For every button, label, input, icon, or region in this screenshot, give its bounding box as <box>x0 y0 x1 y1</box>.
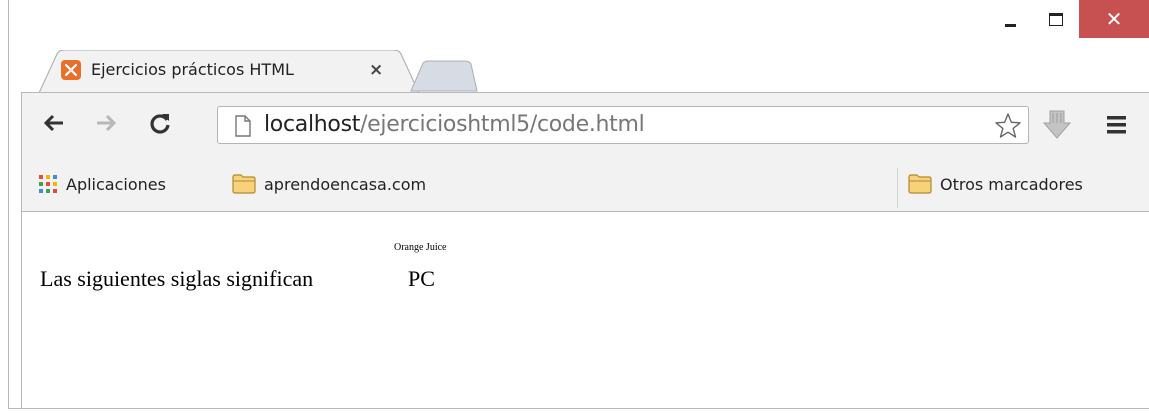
page-text: Las siguientes siglas significan <box>40 266 314 291</box>
reload-button[interactable] <box>144 107 176 139</box>
download-extension-icon[interactable] <box>1042 109 1072 143</box>
url-text[interactable]: localhost/ejercicioshtml5/code.html <box>264 112 645 137</box>
bookmarks-divider <box>897 168 898 208</box>
page-icon <box>235 115 251 137</box>
back-arrow-icon <box>43 114 63 132</box>
menu-icon[interactable] <box>1105 115 1129 135</box>
bookmarks-bar: Aplicaciones aprendoencasa.com Otros mar… <box>21 164 1149 212</box>
url-host: localhost <box>264 112 361 137</box>
tab-title: Ejercicios prácticos HTML <box>91 60 294 79</box>
bookmark-otros-marcadores[interactable]: Otros marcadores <box>908 174 1083 194</box>
forward-arrow-icon <box>97 114 117 132</box>
tab-active[interactable]: Ejercicios prácticos HTML × <box>39 50 419 93</box>
bookmark-label: aprendoencasa.com <box>264 174 427 194</box>
close-icon: ✕ <box>1105 7 1123 31</box>
maximize-button[interactable] <box>1033 0 1079 38</box>
browser-window: ✕ Ejercicios prácticos HTML × localhost/… <box>8 0 1149 409</box>
new-tab-button[interactable] <box>409 60 479 96</box>
close-button[interactable]: ✕ <box>1079 0 1149 38</box>
address-bar[interactable]: localhost/ejercicioshtml5/code.html <box>217 106 1029 144</box>
bookmark-star-icon[interactable] <box>994 112 1022 140</box>
window-controls: ✕ <box>987 0 1149 38</box>
apps-grid-icon <box>39 175 57 193</box>
folder-icon <box>908 174 932 194</box>
bookmark-label: Otros marcadores <box>940 174 1083 194</box>
ruby-annotation: Orange Juice <box>394 242 447 253</box>
title-bar: ✕ Ejercicios prácticos HTML × <box>9 0 1149 93</box>
minimize-button[interactable] <box>987 0 1033 38</box>
ruby-base: PC <box>408 266 435 291</box>
page-content: Las siguientes siglas significan Orange … <box>21 212 1149 408</box>
xampp-favicon-icon <box>61 60 81 80</box>
tab-close-icon[interactable]: × <box>369 60 383 80</box>
folder-icon <box>232 174 256 194</box>
bookmark-aplicaciones[interactable]: Aplicaciones <box>38 174 166 194</box>
tab-title-fade <box>329 58 359 84</box>
toolbar: localhost/ejercicioshtml5/code.html <box>21 92 1149 164</box>
maximize-icon <box>1049 12 1063 26</box>
bookmark-aprendoencasa[interactable]: aprendoencasa.com <box>232 174 426 194</box>
forward-button[interactable] <box>90 107 122 139</box>
reload-icon <box>150 114 170 134</box>
url-path: /ejercicioshtml5/code.html <box>360 112 645 137</box>
back-button[interactable] <box>38 107 70 139</box>
bookmark-label: Aplicaciones <box>66 174 166 194</box>
minimize-icon <box>1004 23 1016 27</box>
new-tab-icon <box>410 60 478 92</box>
